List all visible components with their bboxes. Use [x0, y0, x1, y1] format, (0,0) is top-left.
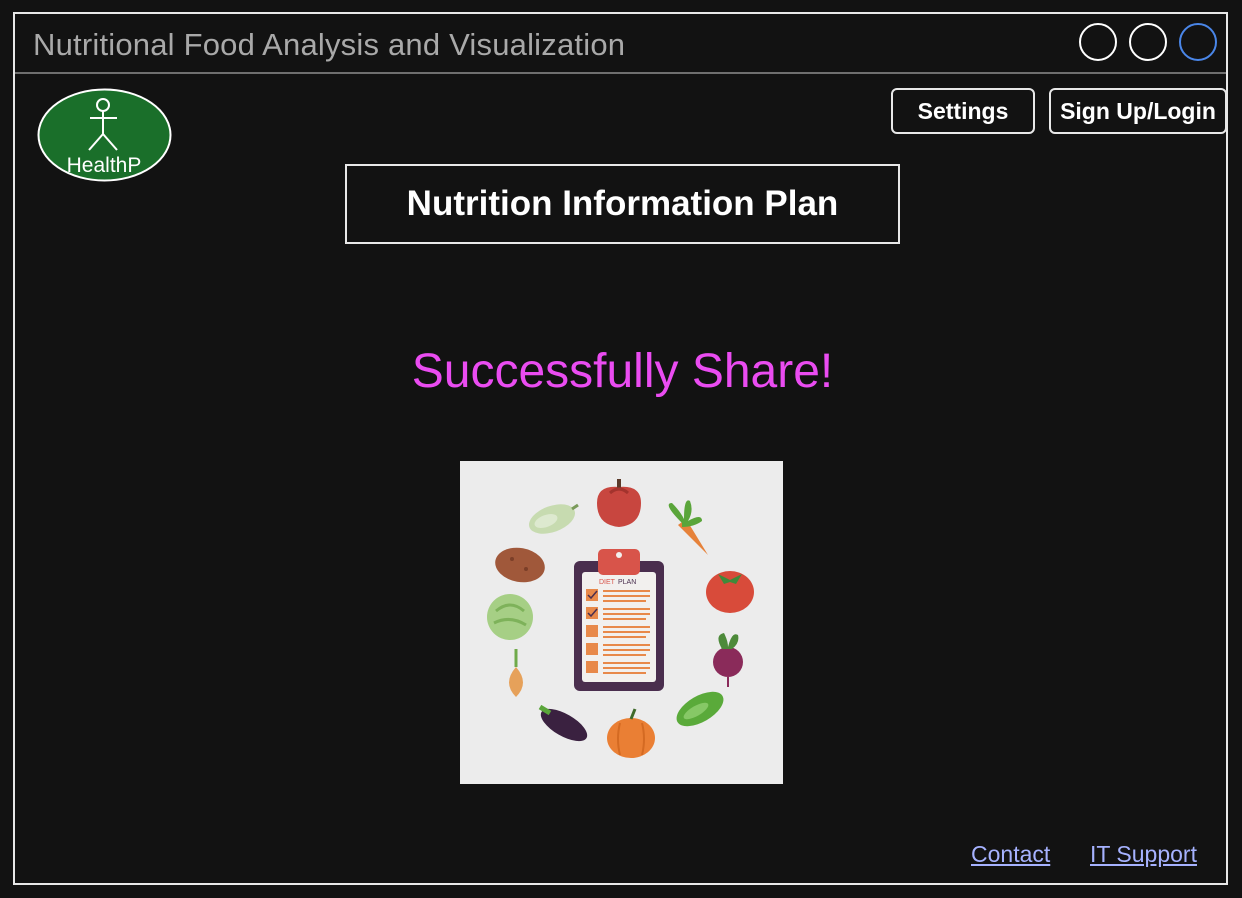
close-button[interactable] [1179, 23, 1217, 61]
clipboard-diet-text: DIET [599, 579, 616, 586]
tomato-icon [706, 571, 754, 613]
it-support-link[interactable]: IT Support [1090, 841, 1197, 868]
diet-plan-illustration: DIET PLAN [460, 461, 783, 784]
potato-icon [495, 547, 545, 583]
onion-icon [509, 649, 523, 697]
success-message: Successfully Share! [411, 345, 834, 398]
clipboard-plan-text: PLAN [618, 579, 636, 586]
pepper-icon [597, 479, 641, 527]
carrot-icon [668, 500, 708, 555]
clipboard-icon: DIET PLAN [574, 549, 664, 691]
settings-button[interactable]: Settings [891, 88, 1035, 134]
signup-login-button[interactable]: Sign Up/Login [1049, 88, 1227, 134]
cucumber-icon [676, 691, 724, 727]
app-window: Nutritional Food Analysis and Visualizat… [13, 12, 1228, 885]
page-title: Nutrition Information Plan [345, 164, 900, 244]
healthp-logo[interactable]: HealthP [37, 88, 172, 182]
maximize-button[interactable] [1129, 23, 1167, 61]
logo-text: HealthP [67, 154, 142, 177]
zucchini-icon [529, 503, 579, 534]
minimize-button[interactable] [1079, 23, 1117, 61]
contact-link[interactable]: Contact [971, 841, 1050, 868]
eggplant-icon [538, 704, 588, 742]
app-title: Nutritional Food Analysis and Visualizat… [33, 27, 626, 62]
cabbage-icon [487, 594, 533, 640]
beet-icon [713, 633, 743, 687]
title-bar: Nutritional Food Analysis and Visualizat… [15, 14, 1226, 74]
pumpkin-icon [607, 708, 655, 758]
